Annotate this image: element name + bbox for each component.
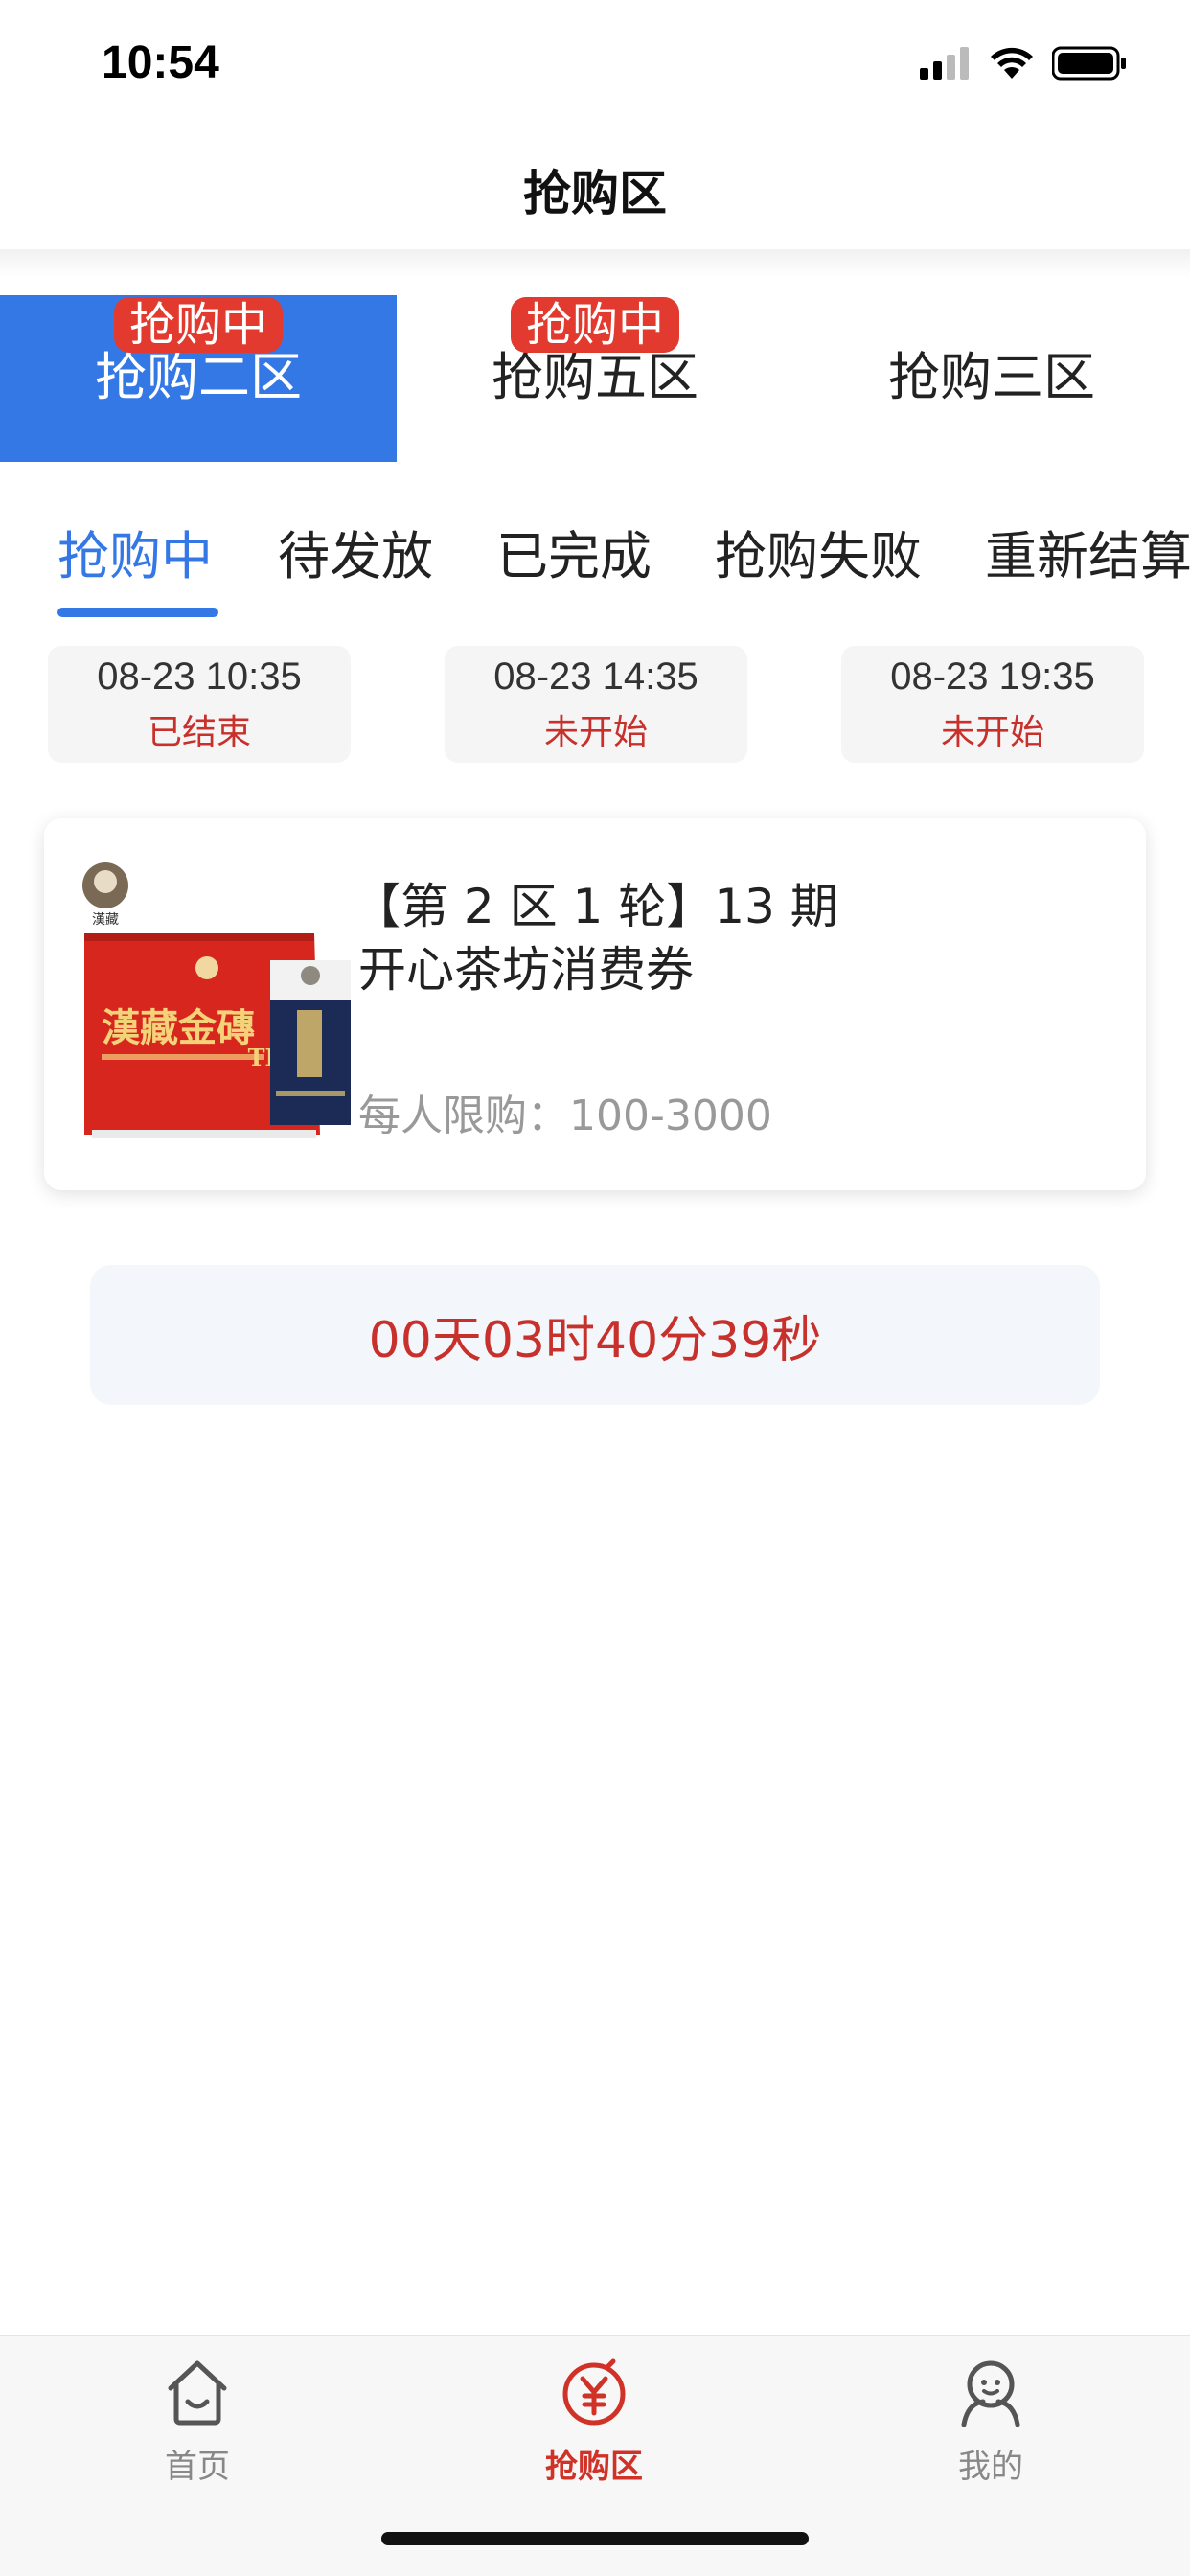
- slot-time: 08-23 14:35: [493, 655, 698, 698]
- product-card[interactable]: 漢藏 漢藏金磚 TEA 【第 2 区 1 轮】13 期 开心茶坊消费券 每人限购…: [44, 818, 1146, 1190]
- slot-status: 未开始: [543, 712, 648, 752]
- home-icon: [168, 2360, 227, 2426]
- nav-profile[interactable]: 我的: [895, 2356, 1087, 2487]
- wifi-icon: [991, 47, 1033, 79]
- time-slot[interactable]: 08-23 19:35 未开始: [841, 646, 1144, 763]
- home-indicator: [381, 2532, 809, 2545]
- nav-label: 我的: [958, 2448, 1023, 2486]
- nav-label: 抢购区: [545, 2448, 643, 2486]
- zone-badge: 抢购中: [510, 297, 680, 353]
- signal-icon: [920, 47, 969, 80]
- status-icons: [920, 44, 1127, 82]
- zone-tabs: 抢购中 抢购二区 抢购中 抢购五区 抢购三区: [0, 295, 1190, 462]
- countdown-timer: 00天03时40分39秒: [90, 1265, 1100, 1405]
- slot-time: 08-23 19:35: [890, 655, 1095, 698]
- product-image-label: 漢藏金磚: [102, 1005, 255, 1050]
- product-image: 漢藏 漢藏金磚 TEA: [82, 862, 351, 1138]
- slot-status: 未开始: [940, 712, 1044, 752]
- product-title: 【第 2 区 1 轮】13 期: [353, 879, 838, 934]
- status-time: 10:54: [102, 37, 219, 88]
- tab-failed[interactable]: 抢购失败: [715, 514, 922, 590]
- nav-label: 首页: [165, 2448, 230, 2486]
- product-name: 开心茶坊消费券: [358, 942, 694, 998]
- status-bar: 10:54: [0, 0, 1190, 130]
- header-divider: [0, 249, 1190, 278]
- zone-tab-5[interactable]: 抢购中 抢购五区: [397, 295, 793, 462]
- zone-tab-2[interactable]: 抢购中 抢购二区: [0, 295, 397, 462]
- svg-text:漢藏: 漢藏: [92, 912, 119, 928]
- battery-icon: [1052, 46, 1126, 80]
- tab-completed[interactable]: 已完成: [496, 514, 652, 590]
- tab-resettle[interactable]: 重新结算: [985, 514, 1190, 590]
- zone-tab-label: 抢购三区: [888, 347, 1095, 407]
- active-tab-indicator: [57, 608, 218, 617]
- time-slot[interactable]: 08-23 14:35 未开始: [445, 646, 747, 763]
- yuan-icon: [562, 2358, 626, 2426]
- zone-badge: 抢购中: [113, 297, 284, 353]
- purchase-limit: 每人限购：100-3000: [358, 1092, 772, 1140]
- page-title: 抢购区: [523, 166, 667, 221]
- user-icon: [961, 2360, 1020, 2427]
- slot-status: 已结束: [147, 712, 251, 752]
- nav-home[interactable]: 首页: [102, 2356, 293, 2487]
- zone-tab-3[interactable]: 抢购三区: [793, 295, 1190, 462]
- time-slots: 08-23 10:35 已结束 08-23 14:35 未开始 08-23 19…: [0, 646, 1190, 763]
- tab-pending-release[interactable]: 待发放: [278, 514, 433, 590]
- slot-time: 08-23 10:35: [97, 655, 302, 698]
- tab-in-progress[interactable]: 抢购中: [57, 514, 213, 590]
- time-slot[interactable]: 08-23 10:35 已结束: [48, 646, 351, 763]
- status-tabs: 抢购中 待发放 已完成 抢购失败 重新结算: [0, 514, 1190, 629]
- nav-flash-sale[interactable]: 抢购区: [498, 2356, 690, 2487]
